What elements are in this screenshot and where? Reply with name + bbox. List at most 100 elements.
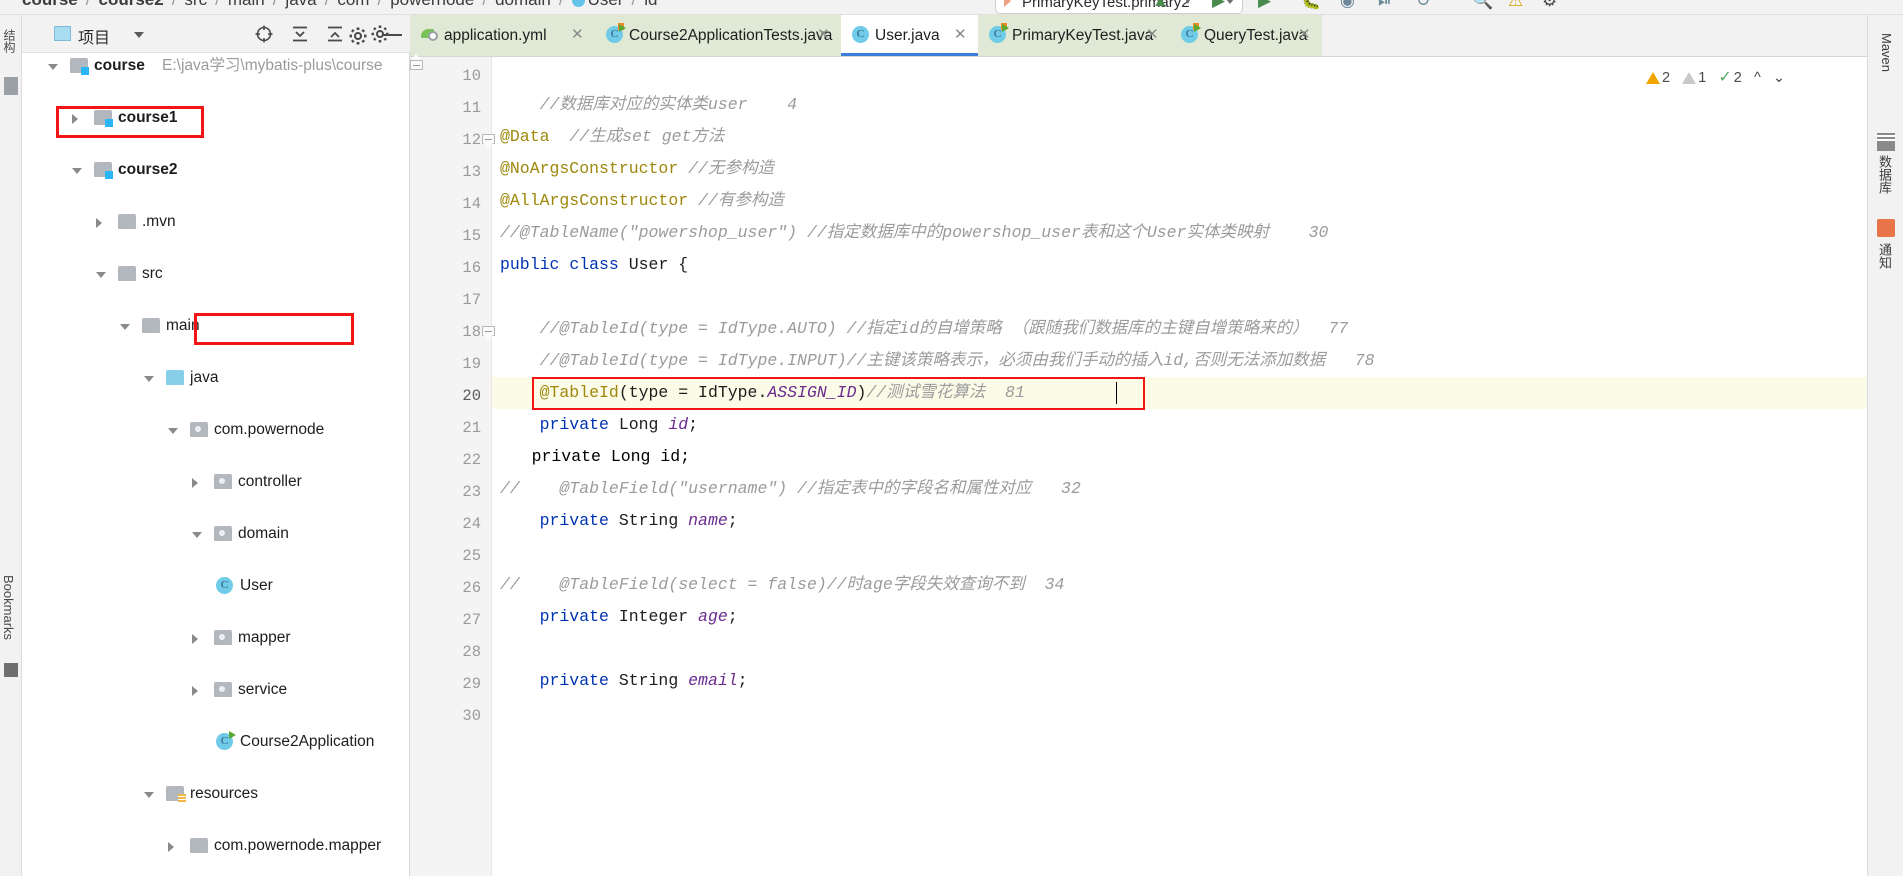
coverage-icon[interactable]: ◉ [1340, 0, 1355, 11]
tree-item-service[interactable]: service [22, 677, 410, 703]
tree-item-com-powernode-main[interactable]: com.powernode [22, 417, 410, 443]
chevron-up-icon[interactable]: ^ [1754, 70, 1761, 86]
editor-settings-icon[interactable] [348, 26, 368, 51]
tab-user-java[interactable]: C User.java ✕ [841, 15, 978, 56]
chevron-down-icon[interactable]: ⌄ [1773, 70, 1785, 86]
redo-icon[interactable]: ↻ [1416, 0, 1430, 11]
breadcrumb-item-course2[interactable]: course2 [98, 0, 163, 9]
maven-tool-label[interactable]: Maven [1879, 33, 1894, 72]
breadcrumb-item-domain[interactable]: domain [495, 0, 551, 9]
code-text: Integer [608, 607, 699, 626]
editor-gutter[interactable]: 10 11 12 13 14 15 16 17 18 19 20 21 22 2… [410, 54, 495, 876]
search-icon[interactable]: 🔍 [1472, 0, 1493, 11]
build-icon[interactable]: ▲ [1152, 0, 1169, 11]
breadcrumb-item-user[interactable]: User [588, 0, 624, 9]
breadcrumb-item-id[interactable]: id [644, 0, 657, 9]
tree-item-user[interactable]: C User [22, 573, 410, 599]
close-icon[interactable]: ✕ [817, 27, 831, 42]
structure-tool-icon[interactable] [4, 77, 18, 95]
chevron-right-icon[interactable] [192, 634, 198, 644]
run-icon[interactable]: ▶ [1212, 0, 1225, 11]
tab-primarykeytest-java[interactable]: C PrimaryKeyTest.java ✕ [978, 15, 1170, 56]
expand-all-icon[interactable] [290, 24, 310, 44]
line-number: 28 [462, 643, 481, 661]
tab-querytest-java[interactable]: C QueryTest.java ✕ [1170, 15, 1322, 56]
code-line-27: private Integer age; [500, 601, 738, 633]
package-folder-icon [214, 682, 232, 697]
chevron-down-icon[interactable] [192, 532, 202, 538]
chevron-down-icon[interactable] [96, 272, 106, 278]
profile-icon[interactable]: ⏯ [1378, 0, 1392, 11]
chevron-down-icon[interactable] [134, 32, 144, 38]
tree-item-mapper[interactable]: mapper [22, 625, 410, 651]
hide-editor-icon[interactable] [382, 34, 402, 36]
tab-application-yml[interactable]: application.yml ✕ [410, 15, 595, 56]
inspection-status-widget[interactable]: 2 1 ✓ 2 ^ ⌄ [1646, 67, 1785, 87]
chevron-down-icon[interactable] [168, 428, 178, 434]
close-icon[interactable]: ✕ [571, 27, 585, 42]
chevron-right-icon[interactable] [96, 218, 102, 228]
tree-item-domain[interactable]: domain [22, 521, 410, 547]
breadcrumb[interactable]: course / course2 / src / main / java / com / powerno… [22, 0, 657, 10]
settings-icon[interactable]: ⚙ [1542, 0, 1557, 11]
yaml-file-icon [421, 27, 439, 43]
tree-item-controller[interactable]: controller [22, 469, 410, 495]
chevron-right-icon[interactable] [168, 842, 174, 852]
close-icon[interactable]: ✕ [1298, 27, 1312, 42]
tree-item-src[interactable]: src [22, 261, 410, 287]
collapse-all-icon[interactable] [325, 24, 345, 44]
chevron-down-icon[interactable] [48, 64, 58, 70]
tree-item-resources[interactable]: resources [22, 781, 410, 807]
select-opened-file-icon[interactable] [254, 24, 274, 44]
breadcrumb-item-course[interactable]: course [22, 0, 78, 9]
chevron-down-icon[interactable]: ▼ [1182, 0, 1194, 7]
tree-item-label: domain [238, 525, 289, 542]
tree-item-java-main[interactable]: java [22, 365, 410, 391]
notifications-tool-icon[interactable] [1877, 219, 1895, 237]
bookmark-icon[interactable] [4, 663, 18, 677]
module-folder-icon [70, 58, 89, 75]
breadcrumb-item-powernode[interactable]: powernode [390, 0, 474, 9]
breadcrumb-item-com[interactable]: com [337, 0, 369, 9]
close-icon[interactable]: ✕ [954, 27, 968, 42]
bookmarks-tool-label[interactable]: Bookmarks [1, 575, 16, 640]
tree-item-course2application[interactable]: C Course2Application [22, 729, 410, 755]
chevron-down-icon[interactable] [144, 792, 154, 798]
tree-item-mvn[interactable]: .mvn [22, 209, 410, 235]
chevron-right-icon[interactable] [72, 114, 78, 124]
chevron-down-icon[interactable] [144, 376, 154, 382]
code-annotation: @NoArgsConstructor [500, 159, 679, 178]
project-tree[interactable]: course E:\java学习\mybatis-plus\course cou… [22, 53, 410, 876]
tree-item-course1[interactable]: course1 [22, 105, 410, 131]
code-keyword: private [500, 415, 609, 434]
structure-tool-label[interactable]: 结构 [1, 29, 18, 53]
chevron-right-icon[interactable] [192, 478, 198, 488]
run-configuration-selector[interactable]: PrimaryKeyTest.primary2 [995, 0, 1243, 14]
chevron-down-icon[interactable] [120, 324, 130, 330]
close-icon[interactable]: ✕ [1146, 27, 1160, 42]
line-number: 29 [462, 675, 481, 693]
tree-item-course2[interactable]: course2 [22, 157, 410, 183]
left-tool-window-bar: 结构 Bookmarks [0, 15, 22, 876]
breadcrumb-separator: / [273, 0, 278, 9]
breadcrumb-item-src[interactable]: src [184, 0, 207, 9]
breadcrumb-separator: / [631, 0, 636, 9]
breadcrumb-item-java[interactable]: java [285, 0, 316, 9]
chevron-down-icon[interactable] [72, 168, 82, 174]
text-caret [1116, 382, 1117, 404]
run-button-icon[interactable]: ▶ [1258, 0, 1271, 11]
database-tool-icon[interactable] [1877, 133, 1895, 151]
notification-icon[interactable]: ⚠ [1508, 0, 1523, 11]
tab-course2applicationtests-java[interactable]: C Course2ApplicationTests.java ✕ [595, 15, 841, 56]
database-tool-label[interactable]: 数据库 [1875, 155, 1894, 194]
code-content[interactable]: //数据库对应的实体类user 4 @Data //生成set get方法 @N… [492, 57, 1903, 876]
chevron-down-icon[interactable] [1226, 0, 1234, 4]
chevron-right-icon[interactable] [192, 686, 198, 696]
debug-icon[interactable]: 🐛 [1300, 0, 1321, 11]
tree-item-label: service [238, 681, 288, 698]
breadcrumb-item-main[interactable]: main [228, 0, 265, 9]
notifications-tool-label[interactable]: 通知 [1875, 243, 1894, 269]
tree-item-com-powernode-mapper[interactable]: com.powernode.mapper [22, 833, 410, 859]
tree-item-main[interactable]: main [22, 313, 410, 339]
tree-item-course[interactable]: course E:\java学习\mybatis-plus\course [22, 53, 410, 79]
